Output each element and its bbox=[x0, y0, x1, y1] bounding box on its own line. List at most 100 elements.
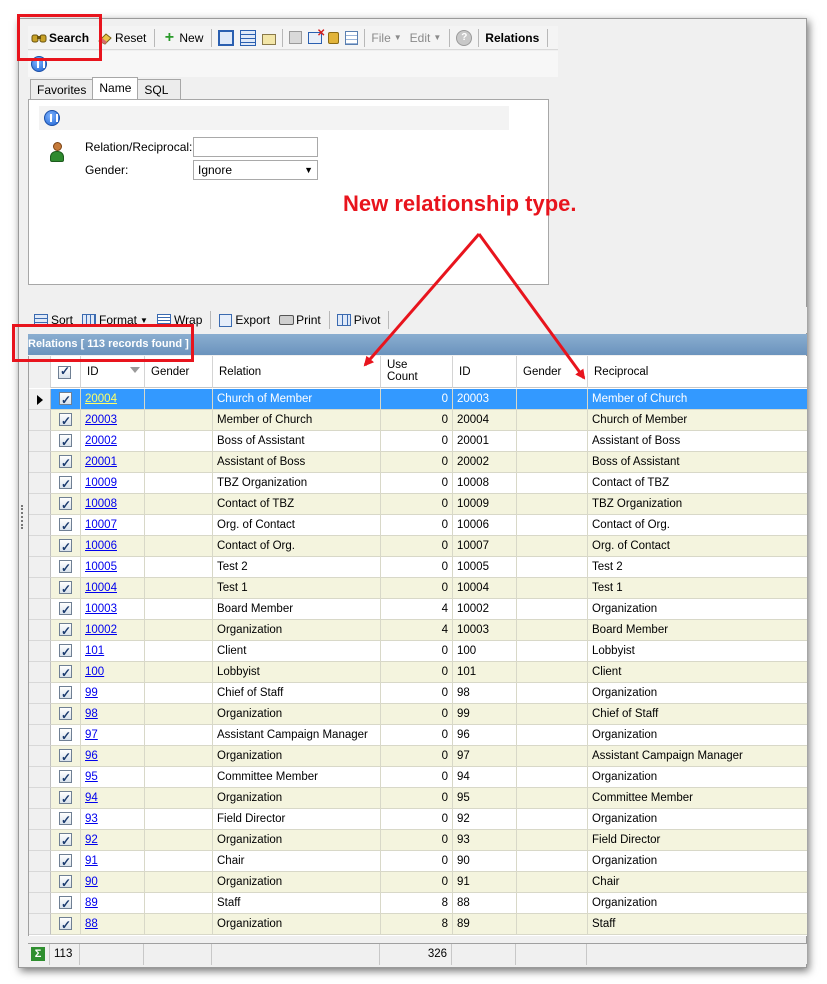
file-menu[interactable]: File ▼ bbox=[368, 27, 404, 49]
row-checkbox-cell[interactable] bbox=[51, 767, 81, 788]
reset-button[interactable]: Reset bbox=[94, 27, 149, 49]
row-indicator[interactable] bbox=[29, 599, 51, 620]
row-checkbox-cell[interactable] bbox=[51, 704, 81, 725]
gender-select[interactable]: Ignore ▼ bbox=[193, 160, 318, 180]
cell-id[interactable]: 10003 bbox=[81, 599, 145, 620]
cell-id[interactable]: 99 bbox=[81, 683, 145, 704]
record-id-link[interactable]: 10002 bbox=[85, 624, 117, 636]
record-id-link[interactable]: 10007 bbox=[85, 519, 117, 531]
row-checkbox[interactable] bbox=[59, 474, 72, 493]
cell-id[interactable]: 92 bbox=[81, 830, 145, 851]
row-checkbox-cell[interactable] bbox=[51, 410, 81, 431]
record-id-link[interactable]: 10005 bbox=[85, 561, 117, 573]
cell-id[interactable]: 90 bbox=[81, 872, 145, 893]
row-indicator[interactable] bbox=[29, 515, 51, 536]
row-indicator[interactable] bbox=[29, 452, 51, 473]
row-indicator[interactable] bbox=[29, 872, 51, 893]
row-checkbox[interactable] bbox=[59, 831, 72, 850]
row-indicator[interactable] bbox=[29, 914, 51, 935]
record-id-link[interactable]: 20003 bbox=[85, 414, 117, 426]
row-indicator[interactable] bbox=[29, 809, 51, 830]
row-checkbox-cell[interactable] bbox=[51, 683, 81, 704]
row-indicator[interactable] bbox=[29, 473, 51, 494]
form-view-icon[interactable] bbox=[218, 29, 235, 46]
row-checkbox[interactable] bbox=[59, 726, 72, 745]
table-row[interactable]: 10003 Board Member410002 Organization bbox=[29, 599, 807, 620]
row-checkbox[interactable] bbox=[59, 600, 72, 619]
column-header-relation[interactable]: Relation bbox=[213, 356, 381, 388]
cell-id[interactable]: 20002 bbox=[81, 431, 145, 452]
lock-icon[interactable] bbox=[328, 31, 340, 44]
row-indicator[interactable] bbox=[29, 662, 51, 683]
record-id-link[interactable]: 20004 bbox=[85, 393, 117, 405]
record-id-link[interactable]: 10008 bbox=[85, 498, 117, 510]
row-indicator[interactable] bbox=[29, 578, 51, 599]
record-id-link[interactable]: 96 bbox=[85, 750, 98, 762]
record-id-link[interactable]: 90 bbox=[85, 876, 98, 888]
row-checkbox[interactable] bbox=[59, 642, 72, 661]
record-id-link[interactable]: 89 bbox=[85, 897, 98, 909]
row-checkbox[interactable] bbox=[59, 453, 72, 472]
row-checkbox-cell[interactable] bbox=[51, 452, 81, 473]
row-checkbox-cell[interactable] bbox=[51, 431, 81, 452]
row-checkbox[interactable] bbox=[59, 768, 72, 787]
row-checkbox[interactable] bbox=[59, 684, 72, 703]
table-row[interactable]: 10009 TBZ Organization010008 Contact of TB… bbox=[29, 473, 807, 494]
row-checkbox-cell[interactable] bbox=[51, 599, 81, 620]
select-all-checkbox[interactable] bbox=[58, 364, 71, 379]
row-indicator[interactable] bbox=[29, 620, 51, 641]
record-id-link[interactable]: 94 bbox=[85, 792, 98, 804]
record-id-link[interactable]: 100 bbox=[85, 666, 104, 678]
record-id-link[interactable]: 95 bbox=[85, 771, 98, 783]
cell-id[interactable]: 10004 bbox=[81, 578, 145, 599]
table-row[interactable]: 10006 Contact of Org.010007 Org. of Contac… bbox=[29, 536, 807, 557]
column-header-use-count[interactable]: Use Count bbox=[381, 356, 453, 388]
row-checkbox[interactable] bbox=[59, 495, 72, 514]
cell-id[interactable]: 101 bbox=[81, 641, 145, 662]
row-checkbox[interactable] bbox=[59, 852, 72, 871]
row-checkbox-cell[interactable] bbox=[51, 914, 81, 935]
row-checkbox-cell[interactable] bbox=[51, 851, 81, 872]
record-id-link[interactable]: 10006 bbox=[85, 540, 117, 552]
cell-id[interactable]: 89 bbox=[81, 893, 145, 914]
row-indicator[interactable] bbox=[29, 704, 51, 725]
record-id-link[interactable]: 98 bbox=[85, 708, 98, 720]
table-row[interactable]: 92 Organization093 Field Director bbox=[29, 830, 807, 851]
table-row[interactable]: 88 Organization889 Staff bbox=[29, 914, 807, 935]
folder-icon[interactable] bbox=[262, 33, 277, 45]
edit-menu[interactable]: Edit ▼ bbox=[407, 27, 445, 49]
row-checkbox-cell[interactable] bbox=[51, 725, 81, 746]
row-checkbox[interactable] bbox=[59, 789, 72, 808]
table-row[interactable]: 20002 Boss of Assistant020001 Assistant of… bbox=[29, 431, 807, 452]
table-row[interactable]: 100 Lobbyist0101 Client bbox=[29, 662, 807, 683]
row-checkbox-cell[interactable] bbox=[51, 620, 81, 641]
cell-id[interactable]: 94 bbox=[81, 788, 145, 809]
tab-name[interactable]: Name bbox=[92, 77, 139, 99]
row-checkbox-cell[interactable] bbox=[51, 557, 81, 578]
table-row[interactable]: 99 Chief of Staff098 Organization bbox=[29, 683, 807, 704]
grid-view-icon[interactable] bbox=[240, 29, 257, 46]
row-checkbox[interactable] bbox=[59, 558, 72, 577]
row-checkbox-cell[interactable] bbox=[51, 578, 81, 599]
help-icon[interactable]: ? bbox=[456, 29, 473, 46]
cell-id[interactable]: 10008 bbox=[81, 494, 145, 515]
row-checkbox[interactable] bbox=[59, 390, 72, 409]
current-row-indicator[interactable] bbox=[29, 389, 51, 410]
delete-icon[interactable]: ✕ bbox=[308, 28, 325, 44]
record-id-link[interactable]: 10003 bbox=[85, 603, 117, 615]
record-id-link[interactable]: 92 bbox=[85, 834, 98, 846]
cell-id[interactable]: 10007 bbox=[81, 515, 145, 536]
row-indicator[interactable] bbox=[29, 494, 51, 515]
new-button[interactable]: + New bbox=[158, 27, 206, 49]
row-checkbox-cell[interactable] bbox=[51, 830, 81, 851]
row-indicator[interactable] bbox=[29, 893, 51, 914]
row-checkbox-cell[interactable] bbox=[51, 788, 81, 809]
record-id-link[interactable]: 88 bbox=[85, 918, 98, 930]
row-checkbox-cell[interactable] bbox=[51, 494, 81, 515]
row-checkbox-cell[interactable] bbox=[51, 536, 81, 557]
row-checkbox[interactable] bbox=[59, 915, 72, 934]
record-id-link[interactable]: 101 bbox=[85, 645, 104, 657]
table-row[interactable]: 95 Committee Member094 Organization bbox=[29, 767, 807, 788]
row-checkbox-cell[interactable] bbox=[51, 662, 81, 683]
row-indicator[interactable] bbox=[29, 410, 51, 431]
